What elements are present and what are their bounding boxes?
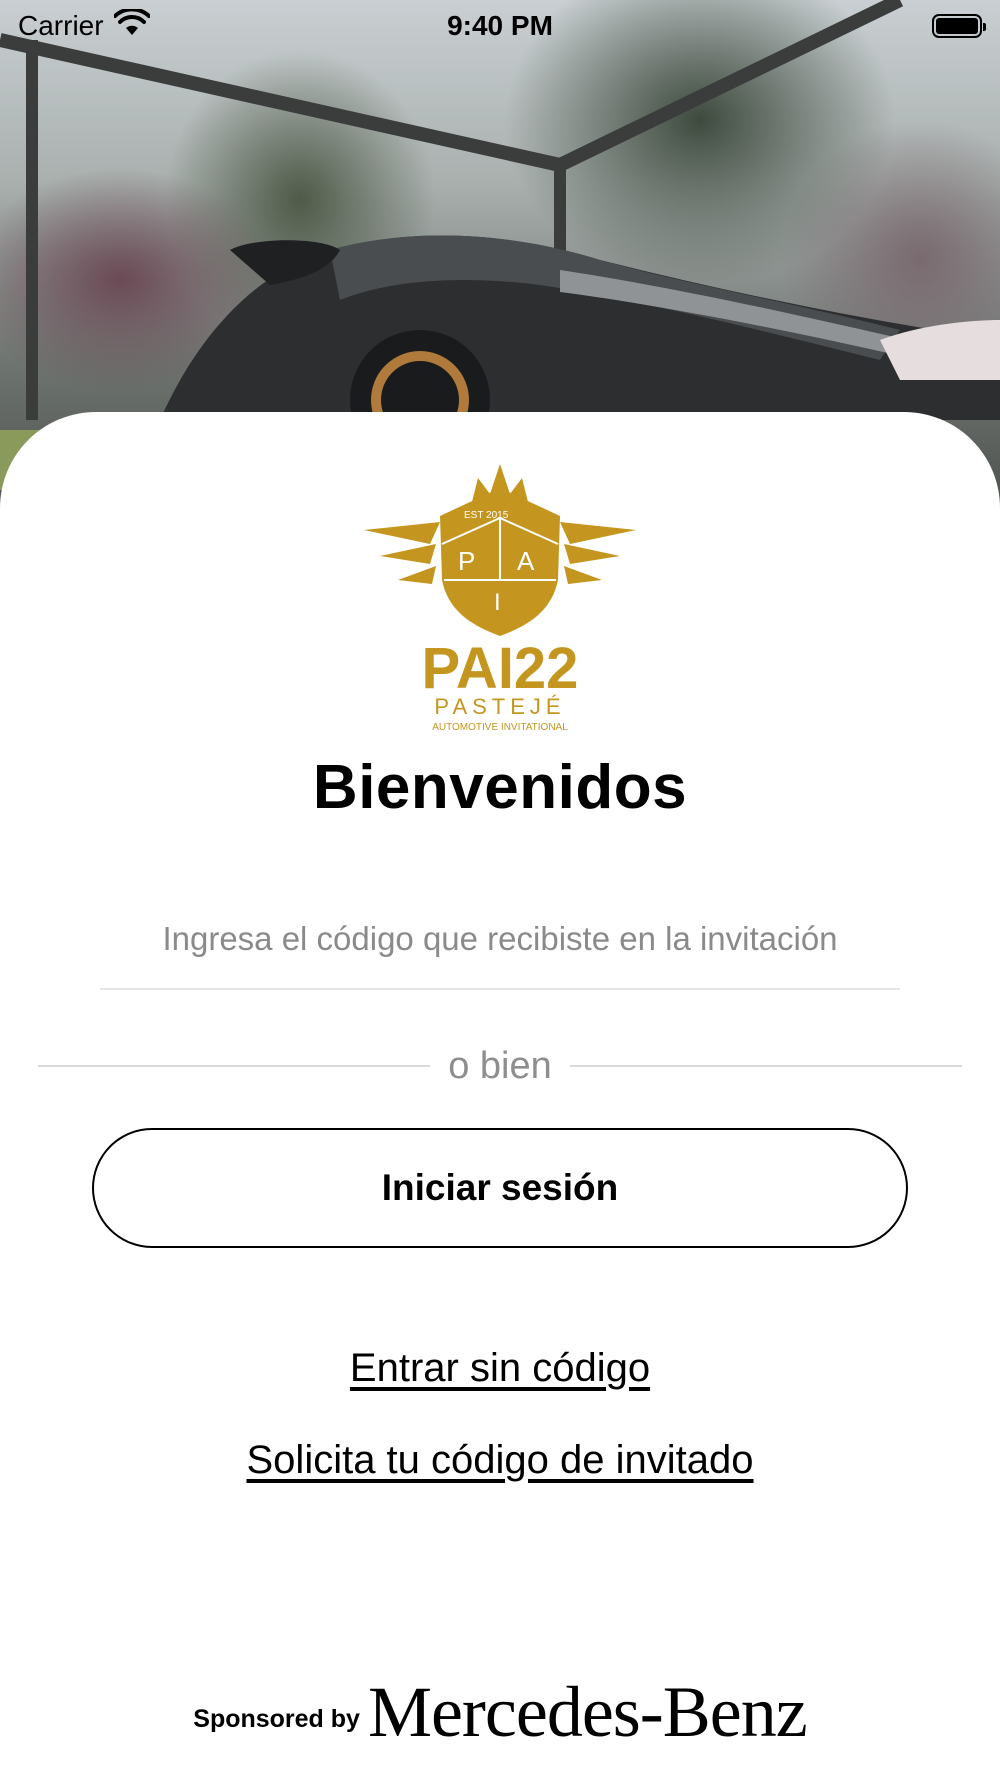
page-title: Bienvenidos — [312, 753, 688, 822]
divider-label: o bien — [448, 1044, 552, 1087]
logo-est-text: EST 2015 — [464, 510, 509, 521]
sponsored-by-label: Sponsored by — [193, 1704, 360, 1733]
carrier-label: Carrier — [18, 10, 104, 41]
logo-tagline: AUTOMOTIVE INVITATIONAL — [432, 722, 568, 733]
request-guest-code-link[interactable]: Solicita tu código de invitado — [0, 1438, 1000, 1483]
wifi-icon — [112, 6, 151, 44]
divider-line-right — [569, 1065, 963, 1067]
sponsor-brand-logo: Mercedes-Benz — [367, 1671, 808, 1752]
logo-letter-a: A — [517, 546, 535, 576]
logo-letter-p: P — [458, 546, 475, 576]
logo-subtitle: PASTEJÉ — [434, 694, 565, 719]
status-time: 9:40 PM — [447, 10, 553, 41]
sponsor-footer: Sponsored by Mercedes-Benz — [0, 1672, 1000, 1752]
divider-line-left — [38, 1065, 431, 1067]
logo-wordmark: PAI22 — [422, 636, 579, 701]
pai-crest-logo: EST 2015 P A I PAI22 PASTEJÉ AUTOMOTIVE … — [360, 460, 640, 736]
status-bar: Carrier 9:40 PM — [0, 0, 1000, 52]
login-button-label: Iniciar sesión — [381, 1167, 619, 1208]
enter-without-code-link[interactable]: Entrar sin código — [0, 1346, 1000, 1391]
battery-icon — [932, 14, 986, 38]
or-divider: o bien — [38, 1040, 963, 1092]
login-button[interactable]: Iniciar sesión — [92, 1128, 908, 1248]
logo-letter-i: I — [494, 589, 501, 616]
invitation-code-input[interactable] — [100, 890, 900, 990]
